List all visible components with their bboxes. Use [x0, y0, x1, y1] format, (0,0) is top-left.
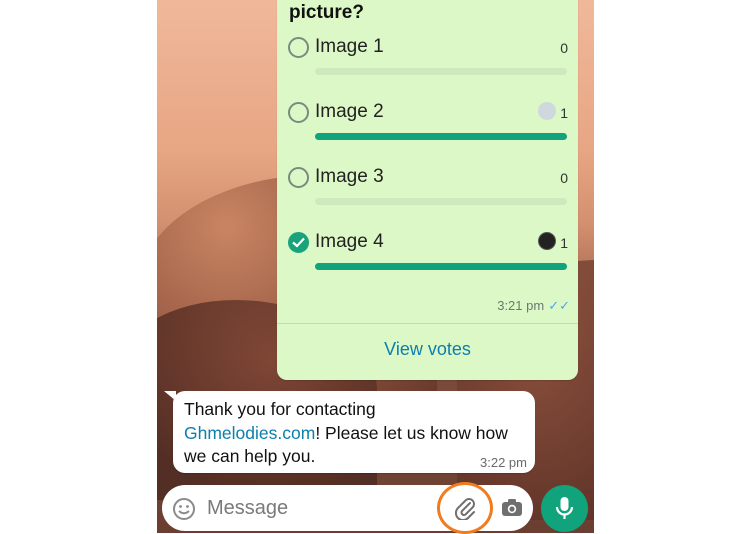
- smiley-icon[interactable]: [172, 497, 196, 526]
- website-link[interactable]: Ghmelodies.com: [184, 423, 315, 443]
- highlight-ring: [437, 482, 493, 534]
- vote-count: 0: [560, 40, 568, 56]
- poll-option-image-4[interactable]: Image 4 1: [288, 231, 568, 282]
- poll-option-label: Image 1: [315, 36, 384, 57]
- message-timestamp: 3:21 pm ✓✓: [497, 298, 570, 314]
- vote-bar: [315, 133, 567, 140]
- poll-message: picture? Image 1 0 Image 2 1 Image 3 0 I…: [277, 0, 578, 380]
- poll-radio-button[interactable]: [288, 167, 309, 188]
- message-composer[interactable]: Message: [162, 482, 533, 534]
- camera-icon[interactable]: [501, 498, 523, 523]
- message-timestamp: 3:22 pm: [480, 455, 527, 470]
- voice-record-button[interactable]: [541, 485, 588, 532]
- incoming-message: Thank you for contacting Ghmelodies.com!…: [164, 391, 535, 473]
- poll-option-image-1[interactable]: Image 1 0: [288, 36, 568, 87]
- message-text-part: Thank you for contacting: [184, 399, 376, 419]
- bubble-tail: [164, 391, 176, 401]
- message-input-placeholder[interactable]: Message: [207, 497, 288, 520]
- divider: [277, 323, 578, 324]
- poll-option-label: Image 2: [315, 101, 384, 122]
- vote-count: 0: [560, 170, 568, 186]
- timestamp-text: 3:21 pm: [497, 298, 545, 313]
- poll-radio-button[interactable]: [288, 102, 309, 123]
- vote-bar: [315, 263, 567, 270]
- poll-option-image-2[interactable]: Image 2 1: [288, 101, 568, 152]
- poll-option-image-3[interactable]: Image 3 0: [288, 166, 568, 217]
- vote-bar: [315, 68, 567, 75]
- double-check-icon: ✓✓: [548, 298, 570, 313]
- vote-bar: [315, 198, 567, 205]
- voter-avatar-icon: [538, 102, 556, 120]
- voter-avatar-icon: [538, 232, 556, 250]
- message-text: Thank you for contacting Ghmelodies.com!…: [184, 398, 514, 469]
- microphone-icon: [555, 497, 574, 519]
- poll-option-label: Image 3: [315, 166, 384, 187]
- paperclip-icon[interactable]: [454, 496, 476, 520]
- poll-radio-button[interactable]: [288, 37, 309, 58]
- vote-count: 1: [560, 235, 568, 251]
- poll-radio-checked-icon[interactable]: [288, 232, 309, 253]
- poll-option-label: Image 4: [315, 231, 384, 252]
- vote-bar-fill: [315, 263, 567, 270]
- vote-bar-fill: [315, 133, 567, 140]
- poll-question: picture?: [289, 2, 364, 23]
- vote-count: 1: [560, 105, 568, 121]
- view-votes-button[interactable]: View votes: [277, 339, 578, 360]
